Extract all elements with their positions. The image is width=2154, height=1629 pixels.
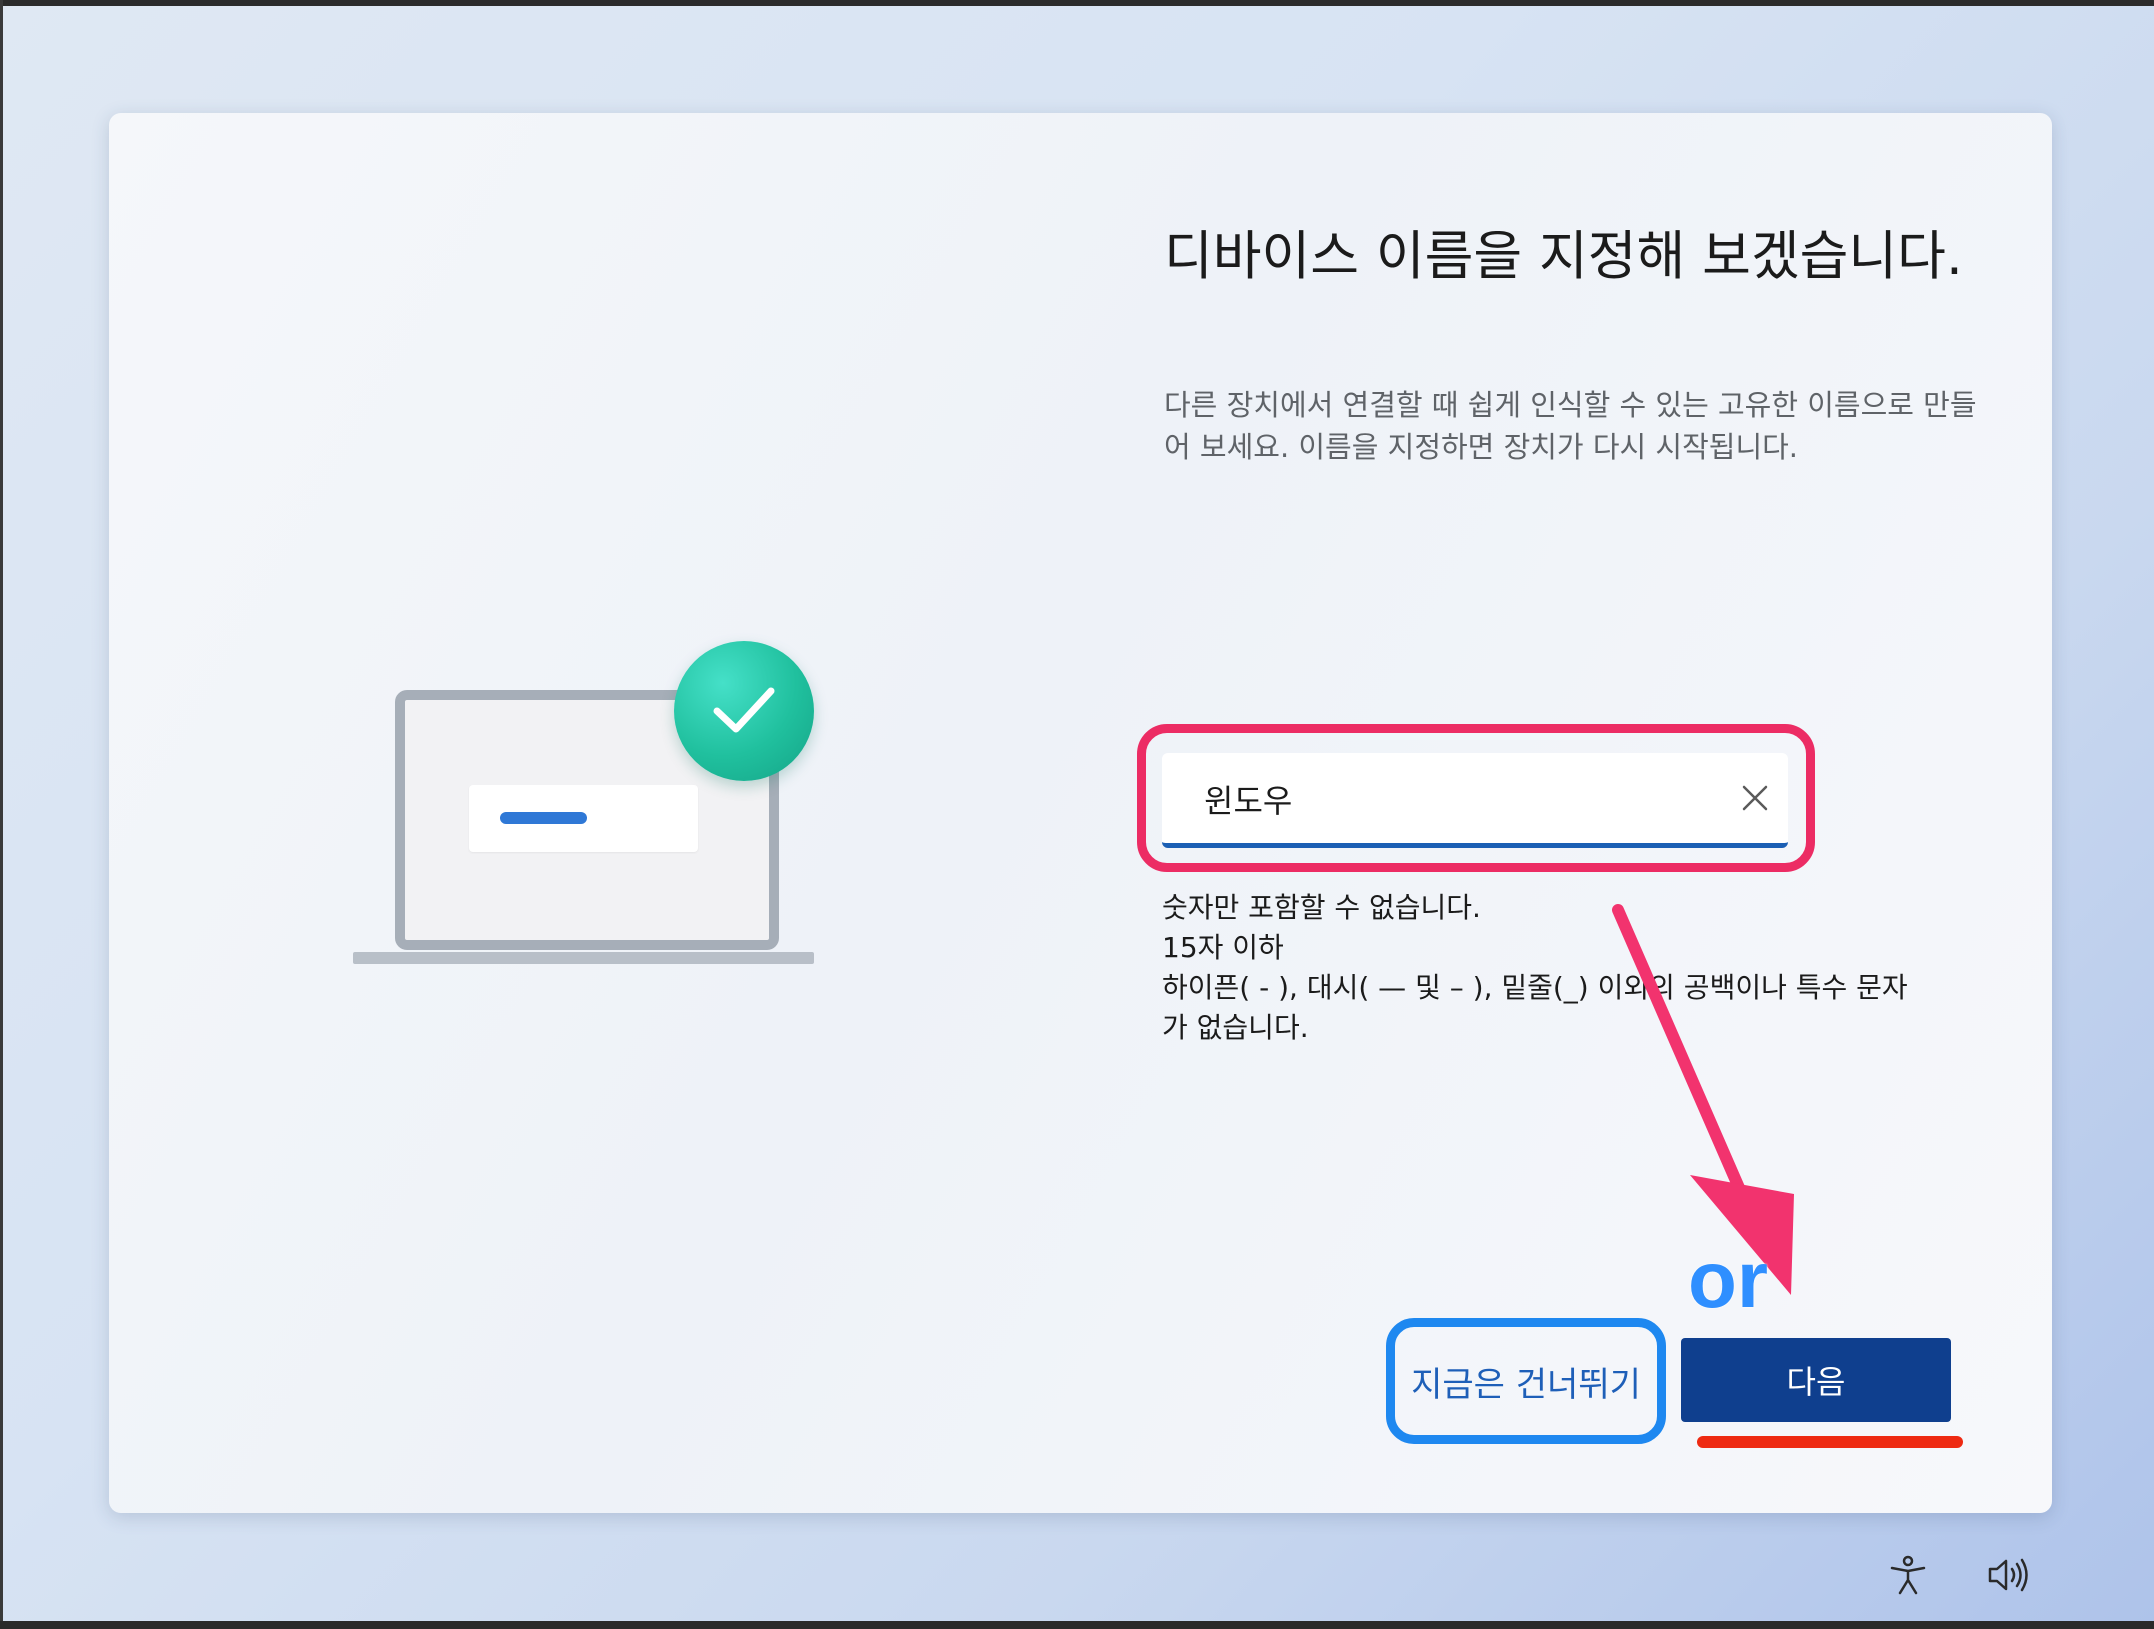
skip-button[interactable]: 지금은 건너뛰기 [1386, 1318, 1666, 1444]
next-underline [1697, 1436, 1963, 1448]
next-button[interactable]: 다음 [1681, 1338, 1951, 1422]
page-description: 다른 장치에서 연결할 때 쉽게 인식할 수 있는 고유한 이름으로 만들어 보… [1164, 388, 1977, 464]
checkmark-icon [674, 641, 814, 781]
rule-item: 15자 이하 [1162, 931, 1284, 964]
rule-item: 하이픈( - ), 대시( — 및 – ), 밑줄(_) 이외의 공백이나 특수… [1162, 971, 1908, 1004]
laptop-base [353, 952, 814, 964]
left-edge [0, 0, 3, 1629]
top-edge [0, 0, 2154, 6]
rule-item: 가 없습니다. [1162, 1011, 1309, 1044]
laptop-screen-bar [500, 812, 587, 824]
or-annotation: or [1688, 1235, 1768, 1324]
page-title: 디바이스 이름을 지정해 보겠습니다. [1164, 226, 1963, 287]
accessibility-icon[interactable] [1888, 1555, 1928, 1595]
name-rules: 숫자만 포함할 수 없습니다. 15자 이하 하이픈( - ), 대시( — 및… [1162, 888, 1962, 1048]
input-highlight-box [1137, 724, 1815, 872]
bottom-edge [0, 1621, 2154, 1629]
rule-item: 숫자만 포함할 수 없습니다. [1162, 891, 1481, 924]
volume-icon[interactable] [1986, 1555, 2030, 1595]
